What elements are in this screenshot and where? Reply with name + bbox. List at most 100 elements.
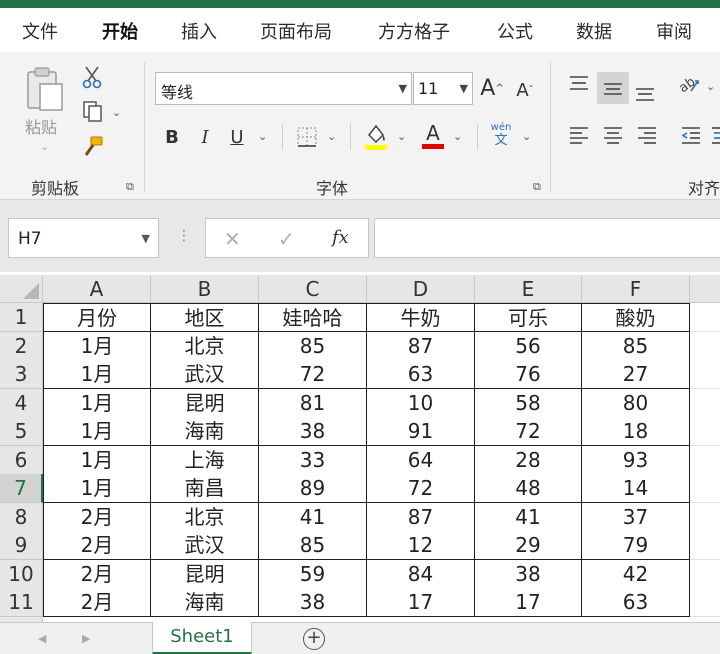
- cell-e5[interactable]: 72: [475, 417, 582, 446]
- align-bottom-icon[interactable]: [632, 78, 658, 104]
- cell-a7[interactable]: 1月: [43, 474, 151, 503]
- underline-button[interactable]: U: [225, 122, 249, 152]
- tab-data[interactable]: 数据: [576, 18, 612, 44]
- font-color-dropdown-icon[interactable]: ⌄: [453, 130, 462, 143]
- prev-sheet-icon[interactable]: ◀: [38, 632, 46, 645]
- cell-b9[interactable]: 武汉: [151, 531, 259, 560]
- cell-e2[interactable]: 56: [475, 331, 582, 361]
- borders-icon[interactable]: [294, 124, 320, 150]
- tab-page-layout[interactable]: 页面布局: [260, 18, 332, 44]
- cell-c3[interactable]: 72: [259, 360, 367, 389]
- paste-label[interactable]: 粘贴: [25, 114, 57, 138]
- cell-d3[interactable]: 63: [367, 360, 475, 389]
- cell-c11[interactable]: 38: [259, 588, 367, 617]
- cell-a5[interactable]: 1月: [43, 417, 151, 446]
- cell-c7[interactable]: 89: [259, 474, 367, 503]
- fill-color-icon[interactable]: [362, 120, 390, 152]
- cancel-icon[interactable]: ✕: [224, 227, 241, 251]
- formula-input[interactable]: [374, 218, 720, 258]
- cell-e7[interactable]: 48: [475, 474, 582, 503]
- next-sheet-icon[interactable]: ▶: [82, 632, 90, 645]
- cell-e11[interactable]: 17: [475, 588, 582, 617]
- cell-g5[interactable]: [690, 417, 720, 446]
- font-color-button[interactable]: A: [420, 118, 446, 152]
- cell-c4[interactable]: 81: [259, 388, 367, 418]
- format-painter-icon[interactable]: [79, 134, 107, 160]
- row-header-6[interactable]: 6: [0, 445, 43, 475]
- sheet-tab-sheet1[interactable]: Sheet1: [152, 622, 252, 654]
- cell-c5[interactable]: 38: [259, 417, 367, 446]
- cell-d8[interactable]: 87: [367, 502, 475, 532]
- row-header-4[interactable]: 4: [0, 388, 43, 418]
- orientation-dropdown-icon[interactable]: ⌄: [706, 80, 715, 93]
- cell-f5[interactable]: 18: [582, 417, 690, 446]
- cell-c8[interactable]: 41: [259, 502, 367, 532]
- cell-g11[interactable]: [690, 588, 720, 617]
- cell-f2[interactable]: 85: [582, 331, 690, 361]
- underline-dropdown-icon[interactable]: ⌄: [258, 130, 267, 143]
- cell-f8[interactable]: 37: [582, 502, 690, 532]
- row-header-2[interactable]: 2: [0, 331, 43, 361]
- cell-f3[interactable]: 27: [582, 360, 690, 389]
- copy-icon[interactable]: [79, 98, 107, 124]
- cell-a10[interactable]: 2月: [43, 559, 151, 589]
- bold-button[interactable]: B: [160, 122, 184, 152]
- cell-a1[interactable]: 月份: [43, 303, 151, 332]
- cell-b4[interactable]: 昆明: [151, 388, 259, 418]
- cell-d5[interactable]: 91: [367, 417, 475, 446]
- cell-d1[interactable]: 牛奶: [367, 303, 475, 332]
- font-name-select[interactable]: 等线 ▼: [155, 72, 412, 105]
- row-header-9[interactable]: 9: [0, 531, 43, 560]
- row-header-7[interactable]: 7: [0, 474, 43, 503]
- cell-a6[interactable]: 1月: [43, 445, 151, 475]
- orientation-icon[interactable]: ab: [676, 72, 702, 98]
- column-header-a[interactable]: A: [43, 275, 151, 303]
- cell-b8[interactable]: 北京: [151, 502, 259, 532]
- cell-c6[interactable]: 33: [259, 445, 367, 475]
- tab-insert[interactable]: 插入: [181, 18, 217, 44]
- column-header-c[interactable]: C: [259, 275, 367, 303]
- cell-d2[interactable]: 87: [367, 331, 475, 361]
- grow-font-button[interactable]: A ^: [478, 72, 506, 104]
- cell-d11[interactable]: 17: [367, 588, 475, 617]
- cell-e8[interactable]: 41: [475, 502, 582, 532]
- cell-b2[interactable]: 北京: [151, 331, 259, 361]
- row-header-1[interactable]: 1: [0, 303, 43, 332]
- cell-c1[interactable]: 娃哈哈: [259, 303, 367, 332]
- tab-formulas[interactable]: 公式: [497, 18, 533, 44]
- column-header-g[interactable]: [690, 275, 720, 303]
- column-header-f[interactable]: F: [582, 275, 690, 303]
- fill-color-dropdown-icon[interactable]: ⌄: [397, 130, 406, 143]
- cell-f6[interactable]: 93: [582, 445, 690, 475]
- italic-button[interactable]: I: [193, 122, 217, 152]
- cell-a4[interactable]: 1月: [43, 388, 151, 418]
- cell-a3[interactable]: 1月: [43, 360, 151, 389]
- tab-fangfang[interactable]: 方方格子: [378, 18, 450, 44]
- cell-a9[interactable]: 2月: [43, 531, 151, 560]
- enter-icon[interactable]: ✓: [278, 227, 295, 251]
- copy-dropdown-icon[interactable]: ⌄: [112, 106, 121, 119]
- more-options-icon[interactable]: ⋮: [177, 228, 191, 244]
- cell-d4[interactable]: 10: [367, 388, 475, 418]
- clipboard-launcher-icon[interactable]: ⧉: [126, 180, 134, 194]
- cell-e1[interactable]: 可乐: [475, 303, 582, 332]
- cell-d6[interactable]: 64: [367, 445, 475, 475]
- add-sheet-icon[interactable]: +: [303, 628, 325, 650]
- cell-b10[interactable]: 昆明: [151, 559, 259, 589]
- cell-g6[interactable]: [690, 445, 720, 475]
- row-header-8[interactable]: 8: [0, 502, 43, 532]
- row-header-3[interactable]: 3: [0, 360, 43, 389]
- cell-b11[interactable]: 海南: [151, 588, 259, 617]
- font-size-select[interactable]: 11 ▼: [413, 72, 473, 105]
- column-header-d[interactable]: D: [367, 275, 475, 303]
- paste-dropdown-icon[interactable]: ⌄: [40, 140, 49, 153]
- cell-f7[interactable]: 14: [582, 474, 690, 503]
- cell-d7[interactable]: 72: [367, 474, 475, 503]
- cell-d9[interactable]: 12: [367, 531, 475, 560]
- cell-d10[interactable]: 84: [367, 559, 475, 589]
- cell-a2[interactable]: 1月: [43, 331, 151, 361]
- cell-e4[interactable]: 58: [475, 388, 582, 418]
- cell-g4[interactable]: [690, 388, 720, 418]
- cell-e10[interactable]: 38: [475, 559, 582, 589]
- tab-home[interactable]: 开始: [102, 18, 138, 44]
